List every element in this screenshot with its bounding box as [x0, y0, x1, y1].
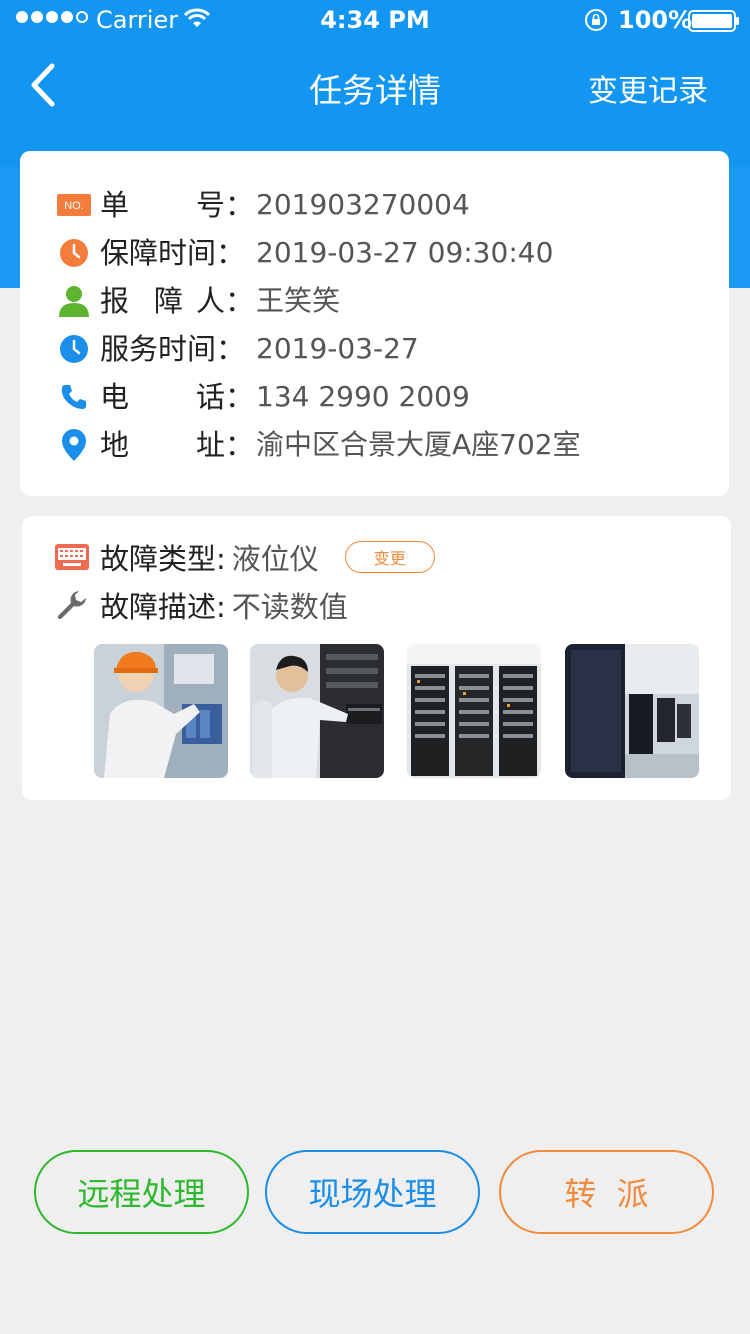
no-badge-icon: NO.: [56, 187, 92, 223]
address-label: 地 址：: [100, 428, 255, 462]
reporter-label: 报 障 人：: [100, 284, 255, 318]
fault-description-label: 故障描述:: [100, 590, 226, 624]
order-number-value: 201903270004: [256, 188, 470, 221]
change-log-button[interactable]: 变更记录: [588, 66, 708, 110]
phone-value[interactable]: 134 2990 2009: [256, 377, 470, 417]
fault-type-label: 故障类型:: [100, 542, 226, 576]
phone-label: 电 话：: [100, 380, 255, 414]
report-time-label: 保障时间：: [100, 236, 246, 270]
fault-type-row: 故障类型: 液位仪 变更: [54, 536, 435, 578]
location-pin-icon: [56, 427, 92, 463]
keyboard-icon: [54, 539, 90, 575]
fault-description-row: 故障描述: 不读数值: [54, 584, 348, 626]
fault-type-value: 液位仪: [231, 542, 319, 576]
report-time-value: 2019-03-27 09:30:40: [256, 236, 554, 269]
fault-info-card: 故障类型: 液位仪 变更 故障描述: 不读数值: [22, 516, 731, 800]
wrench-icon: [54, 587, 90, 623]
fault-description-value: 不读数值: [231, 590, 348, 624]
task-info-card: NO. 单 号： 201903270004 保障时间： 2019-03-27 0…: [20, 151, 729, 496]
change-fault-type-button[interactable]: 变更: [344, 541, 435, 573]
fault-photo-thumbnail[interactable]: [250, 644, 384, 778]
address-row: 地 址： 渝中区合景大厦A座702室: [56, 425, 581, 465]
status-bar: Carrier 4:34 PM 100%: [0, 0, 750, 40]
svg-text:NO.: NO.: [64, 200, 84, 212]
order-number-label: 单 号：: [100, 188, 255, 222]
back-button[interactable]: [22, 60, 66, 110]
onsite-handle-button[interactable]: 现场处理: [265, 1150, 480, 1234]
person-icon: [56, 283, 92, 319]
phone-icon: [56, 379, 92, 415]
fault-photo-thumbnail[interactable]: [565, 644, 699, 778]
reporter-value: 王笑笑: [256, 284, 341, 317]
fault-photo-thumbnail[interactable]: [407, 644, 541, 778]
address-value: 渝中区合景大厦A座702室: [256, 428, 581, 461]
fault-photo-thumbnail[interactable]: [94, 644, 228, 778]
battery-icon: [688, 10, 739, 32]
reporter-row: 报 障 人： 王笑笑: [56, 281, 340, 321]
service-time-row: 服务时间： 2019-03-27: [56, 329, 419, 369]
service-time-label: 服务时间：: [100, 332, 246, 366]
orange-clock-icon: [56, 235, 92, 271]
transfer-button[interactable]: 转 派: [499, 1150, 714, 1234]
orientation-lock-icon: [585, 9, 607, 31]
battery-percentage: 100%: [618, 6, 693, 34]
phone-row: 电 话： 134 2990 2009: [56, 377, 470, 417]
report-time-row: 保障时间： 2019-03-27 09:30:40: [56, 233, 553, 273]
service-time-value: 2019-03-27: [256, 332, 419, 365]
order-number-row: NO. 单 号： 201903270004: [56, 185, 470, 225]
blue-clock-icon: [56, 331, 92, 367]
remote-handle-button[interactable]: 远程处理: [34, 1150, 249, 1234]
